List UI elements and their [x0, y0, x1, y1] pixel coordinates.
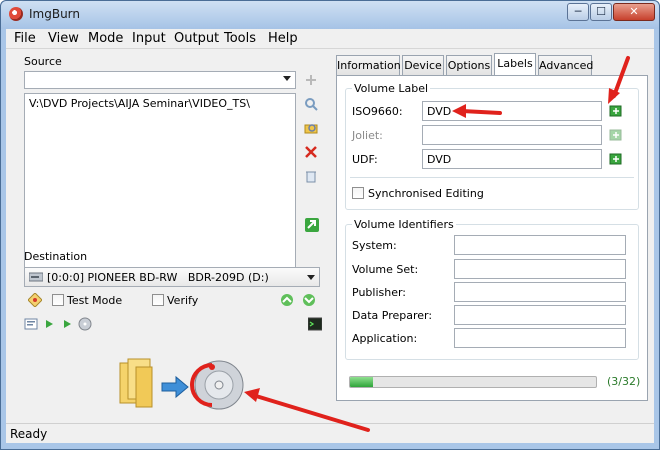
tab-options[interactable]: Options	[446, 55, 492, 75]
copy-label-icon[interactable]	[608, 151, 624, 167]
menu-view[interactable]: View	[48, 31, 79, 46]
application-label: Application:	[352, 332, 418, 345]
copy-label-icon[interactable]	[608, 103, 624, 119]
udf-input[interactable]: DVD	[422, 149, 602, 169]
status-text: Ready	[10, 427, 48, 441]
system-input[interactable]	[454, 235, 626, 255]
menu-file[interactable]: File	[14, 31, 36, 46]
title-bar[interactable]: ImgBurn ─ ☐ ✕	[1, 1, 659, 29]
progress-bar-fill	[350, 377, 374, 387]
application-input[interactable]	[454, 328, 626, 348]
close-button[interactable]: ✕	[613, 3, 655, 21]
joliet-input[interactable]	[422, 125, 602, 145]
iso9660-label: ISO9660:	[352, 105, 403, 118]
add-icon[interactable]	[304, 73, 318, 87]
iso9660-value: DVD	[427, 105, 452, 118]
tab-labels[interactable]: Labels	[494, 53, 536, 75]
volume-set-input[interactable]	[454, 259, 626, 279]
maximize-button[interactable]: ☐	[590, 3, 612, 21]
udf-label: UDF:	[352, 153, 378, 166]
destination-drive-value: [0:0:0] PIONEER BD-RW BDR-209D (D:)	[47, 271, 269, 284]
test-mode-checkbox[interactable]	[52, 294, 64, 306]
minimize-button[interactable]: ─	[567, 3, 589, 21]
volume-label-group: Volume Label ISO9660: DVD Joliet: UDF: D…	[345, 82, 639, 210]
divider	[350, 177, 634, 178]
status-bar: Ready	[6, 423, 654, 443]
data-preparer-label: Data Preparer:	[352, 309, 433, 322]
menu-input[interactable]: Input	[132, 31, 166, 46]
speed-up-icon[interactable]	[280, 293, 294, 307]
source-combo[interactable]	[24, 71, 296, 89]
drive-icon	[29, 272, 43, 282]
publisher-label: Publisher:	[352, 286, 407, 299]
menu-bar: File View Mode Input Output Tools Help	[6, 29, 654, 49]
imgburn-app-icon	[9, 7, 23, 21]
test-mode-icon	[28, 293, 42, 307]
tab-advanced[interactable]: Advanced	[538, 55, 593, 75]
synchronised-editing-label: Synchronised Editing	[368, 187, 484, 200]
publisher-input[interactable]	[454, 282, 626, 302]
progress-text: (3/32)	[607, 375, 641, 388]
menu-tools[interactable]: Tools	[224, 31, 256, 46]
browse-folder-icon[interactable]	[304, 121, 318, 135]
folder-to-disc-graphic	[119, 358, 244, 410]
build-go-icon[interactable]	[304, 217, 320, 233]
menu-mode[interactable]: Mode	[88, 31, 123, 46]
synchronised-editing-checkbox[interactable]	[352, 187, 364, 199]
client-area: Source V:\DVD Projects\AIJA Seminar\VIDE…	[6, 49, 654, 443]
iso9660-input[interactable]: DVD	[422, 101, 602, 121]
source-path-item[interactable]: V:\DVD Projects\AIJA Seminar\VIDEO_TS\	[29, 97, 250, 110]
volume-identifiers-group: Volume Identifiers System: Volume Set: P…	[345, 218, 639, 360]
chevron-down-icon[interactable]	[283, 76, 291, 81]
menu-output[interactable]: Output	[174, 31, 219, 46]
delete-icon[interactable]	[304, 145, 318, 159]
test-mode-label: Test Mode	[67, 294, 123, 307]
copy-label-icon[interactable]	[608, 127, 624, 143]
play-queue-icon[interactable]	[60, 317, 74, 331]
destination-label: Destination	[24, 250, 88, 263]
tab-information[interactable]: Information	[336, 55, 401, 75]
system-label: System:	[352, 239, 397, 252]
tab-strip: Information Device Options Labels Advanc…	[336, 53, 648, 77]
labels-panel: Volume Label ISO9660: DVD Joliet: UDF: D…	[336, 75, 648, 401]
volume-label-title: Volume Label	[352, 82, 431, 95]
play-icon[interactable]	[42, 317, 56, 331]
udf-value: DVD	[427, 153, 452, 166]
volume-set-label: Volume Set:	[352, 263, 419, 276]
progress-bar	[349, 376, 597, 388]
app-window: ImgBurn ─ ☐ ✕ File View Mode Input Outpu…	[0, 0, 660, 450]
terminal-icon[interactable]	[308, 317, 322, 331]
source-label: Source	[24, 55, 62, 68]
menu-help[interactable]: Help	[268, 31, 298, 46]
joliet-label: Joliet:	[352, 129, 383, 142]
chevron-down-icon[interactable]	[307, 275, 315, 280]
destination-drive-combo[interactable]: [0:0:0] PIONEER BD-RW BDR-209D (D:)	[24, 267, 320, 287]
window-title: ImgBurn	[29, 7, 81, 21]
search-icon[interactable]	[304, 97, 318, 111]
recycle-bin-icon[interactable]	[304, 169, 318, 183]
volume-identifiers-title: Volume Identifiers	[352, 218, 456, 231]
log-window-icon[interactable]	[24, 317, 38, 331]
verify-label: Verify	[167, 294, 199, 307]
disc-info-icon[interactable]	[78, 317, 92, 331]
data-preparer-input[interactable]	[454, 305, 626, 325]
verify-checkbox[interactable]	[152, 294, 164, 306]
speed-down-icon[interactable]	[302, 293, 316, 307]
tab-device[interactable]: Device	[402, 55, 444, 75]
